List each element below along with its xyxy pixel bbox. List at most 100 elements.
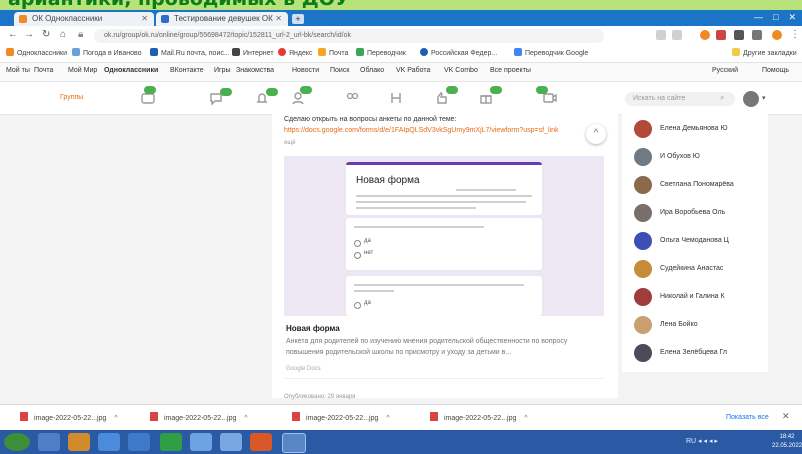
post-link[interactable]: https://docs.google.com/forms/d/e/1FAIpQ… bbox=[284, 127, 559, 134]
app-icon[interactable] bbox=[250, 433, 272, 451]
close-downloads-icon[interactable]: ✕ bbox=[782, 411, 790, 422]
friend-item[interactable]: Ольга Чемоданова Ц bbox=[634, 232, 764, 250]
address-bar-row: ← → ↻ ⌂ 🔒︎ ok.ru/group/ok.ru/online/grou… bbox=[0, 26, 802, 47]
bookmark-item[interactable]: Погода в Иваново bbox=[72, 48, 142, 60]
groups-link[interactable]: Группы bbox=[60, 94, 83, 101]
form-line bbox=[354, 290, 394, 292]
radio-option[interactable] bbox=[354, 240, 361, 247]
friend-item[interactable]: И Обухов Ю bbox=[634, 148, 764, 166]
portal-link[interactable]: Поиск bbox=[330, 67, 349, 74]
chevron-up-icon[interactable]: ^ bbox=[244, 415, 247, 422]
chevron-up-icon[interactable]: ^ bbox=[114, 415, 117, 422]
download-item[interactable]: image-2022-05-22...jpg ^ bbox=[20, 412, 118, 424]
events-icon[interactable] bbox=[388, 90, 404, 106]
portal-link[interactable]: Мой Мир bbox=[68, 67, 97, 74]
chevron-up-icon[interactable]: ^ bbox=[386, 415, 389, 422]
maximize-button[interactable]: □ bbox=[773, 12, 778, 24]
more-link[interactable]: ещё bbox=[284, 140, 296, 146]
folder-icon[interactable] bbox=[190, 433, 212, 451]
forward-icon[interactable]: → bbox=[24, 29, 34, 40]
friend-item[interactable]: Светлана Пономарёва bbox=[634, 176, 764, 194]
clock[interactable]: 18:42 22.05.2022 bbox=[772, 433, 802, 451]
extension-icon[interactable] bbox=[752, 30, 762, 40]
avatar bbox=[634, 120, 652, 138]
my-avatar[interactable] bbox=[743, 91, 759, 107]
url-input[interactable]: ok.ru/group/ok.ru/online/group/55698472/… bbox=[94, 29, 604, 43]
download-item[interactable]: image-2022-05-22...jpg ^ bbox=[150, 412, 248, 424]
download-item[interactable]: image-2022-05-22...jpg ^ bbox=[430, 412, 528, 424]
browser-ie-icon[interactable] bbox=[98, 433, 120, 451]
portal-link[interactable]: Мой ты bbox=[6, 67, 30, 74]
image-file-icon bbox=[430, 412, 438, 421]
download-item[interactable]: image-2022-05-22...jpg ^ bbox=[292, 412, 390, 424]
portal-link[interactable]: Облако bbox=[360, 67, 384, 74]
new-tab-button[interactable]: + bbox=[292, 14, 304, 24]
site-search-input[interactable]: Искать на сайте bbox=[625, 92, 735, 106]
extension-icon[interactable] bbox=[734, 30, 744, 40]
app-icon[interactable] bbox=[220, 433, 242, 451]
card-title[interactable]: Новая форма bbox=[286, 324, 340, 333]
bookmark-item[interactable]: Одноклассники bbox=[6, 48, 67, 60]
friends-icon[interactable] bbox=[344, 90, 360, 106]
show-all-downloads-button[interactable]: Показать все bbox=[726, 412, 769, 424]
minimize-button[interactable]: — bbox=[754, 12, 763, 24]
skype-icon[interactable] bbox=[128, 433, 150, 451]
language-select[interactable]: Русский bbox=[712, 67, 738, 74]
portal-link[interactable]: Все проекты bbox=[490, 67, 531, 74]
explorer-icon[interactable] bbox=[38, 433, 60, 451]
scroll-up-button[interactable]: ^ bbox=[586, 124, 606, 144]
bookmark-item[interactable]: Другие закладки bbox=[732, 48, 797, 60]
close-tab-icon[interactable]: ✕ bbox=[275, 12, 282, 26]
portal-link[interactable]: Знакомства bbox=[236, 67, 274, 74]
friend-item[interactable]: Лена Бойко bbox=[634, 316, 764, 334]
ok-extension-icon[interactable] bbox=[700, 30, 710, 40]
portal-link[interactable]: Новости bbox=[292, 67, 319, 74]
portal-link[interactable]: VK Работа bbox=[396, 67, 430, 74]
chrome-icon[interactable] bbox=[282, 433, 306, 453]
bookmarks-bar: Одноклассники Погода в Иваново Mail.Ru п… bbox=[0, 46, 802, 63]
system-tray[interactable]: RU ◂ ◂ ◂ ▸ bbox=[686, 437, 718, 445]
bookmark-item[interactable]: Почта bbox=[318, 48, 348, 60]
extension-icon[interactable] bbox=[716, 30, 726, 40]
portal-link[interactable]: Игры bbox=[214, 67, 231, 74]
bookmark-item[interactable]: Российская Федер... bbox=[420, 48, 497, 60]
back-icon[interactable]: ← bbox=[8, 29, 18, 40]
bookmark-item[interactable]: Переводчик bbox=[356, 48, 406, 60]
friend-item[interactable]: Елена Демьянова Ю bbox=[634, 120, 764, 138]
bookmark-item[interactable]: Mail.Ru почта, поис... bbox=[150, 48, 230, 60]
media-icon[interactable] bbox=[68, 433, 90, 451]
home-icon[interactable]: ⌂ bbox=[60, 29, 66, 40]
avatar bbox=[634, 316, 652, 334]
link-preview-image[interactable]: Новая форма да нет да bbox=[284, 156, 604, 316]
reload-icon[interactable]: ↻ bbox=[42, 29, 50, 40]
badge bbox=[144, 86, 156, 94]
profile-icon[interactable] bbox=[772, 30, 782, 40]
post-text: Сделаю открыть на вопросы анкеты по данн… bbox=[284, 116, 457, 123]
portal-link[interactable]: ВКонтакте bbox=[170, 67, 204, 74]
friend-item[interactable]: Ира Воробьева Оль bbox=[634, 204, 764, 222]
bookmark-item[interactable]: Интернет bbox=[232, 48, 274, 60]
friend-item[interactable]: Елена Зелёбцева Гл bbox=[634, 344, 764, 362]
extension-icon[interactable] bbox=[656, 30, 666, 40]
chevron-down-icon[interactable]: ▾ bbox=[762, 94, 766, 102]
close-tab-icon[interactable]: ✕ bbox=[141, 12, 148, 26]
chevron-up-icon[interactable]: ^ bbox=[524, 415, 527, 422]
help-link[interactable]: Помощь bbox=[762, 67, 789, 74]
extension-icon[interactable] bbox=[672, 30, 682, 40]
app-icon[interactable] bbox=[160, 433, 182, 451]
friend-item[interactable]: Судейкина Анастас bbox=[634, 260, 764, 278]
close-window-button[interactable]: ✕ bbox=[788, 12, 796, 24]
portal-link[interactable]: Почта bbox=[34, 67, 53, 74]
radio-option[interactable] bbox=[354, 252, 361, 259]
menu-icon[interactable]: ⋮ bbox=[790, 29, 800, 40]
bookmark-item[interactable]: Яндекс bbox=[278, 48, 313, 60]
portal-link[interactable]: VK Combo bbox=[444, 67, 478, 74]
portal-link[interactable]: Одноклассники bbox=[104, 67, 158, 74]
start-button-icon[interactable] bbox=[4, 433, 30, 451]
browser-tab-test[interactable]: Тестирование девушек ОК ✕ bbox=[156, 12, 288, 26]
browser-tab-ok[interactable]: ОК Одноклассники ✕ bbox=[14, 12, 154, 26]
search-icon[interactable]: ⌕ bbox=[720, 93, 724, 103]
radio-option[interactable] bbox=[354, 302, 361, 309]
friend-item[interactable]: Николай и Галина К bbox=[634, 288, 764, 306]
bookmark-item[interactable]: Переводчик Google bbox=[514, 48, 588, 60]
